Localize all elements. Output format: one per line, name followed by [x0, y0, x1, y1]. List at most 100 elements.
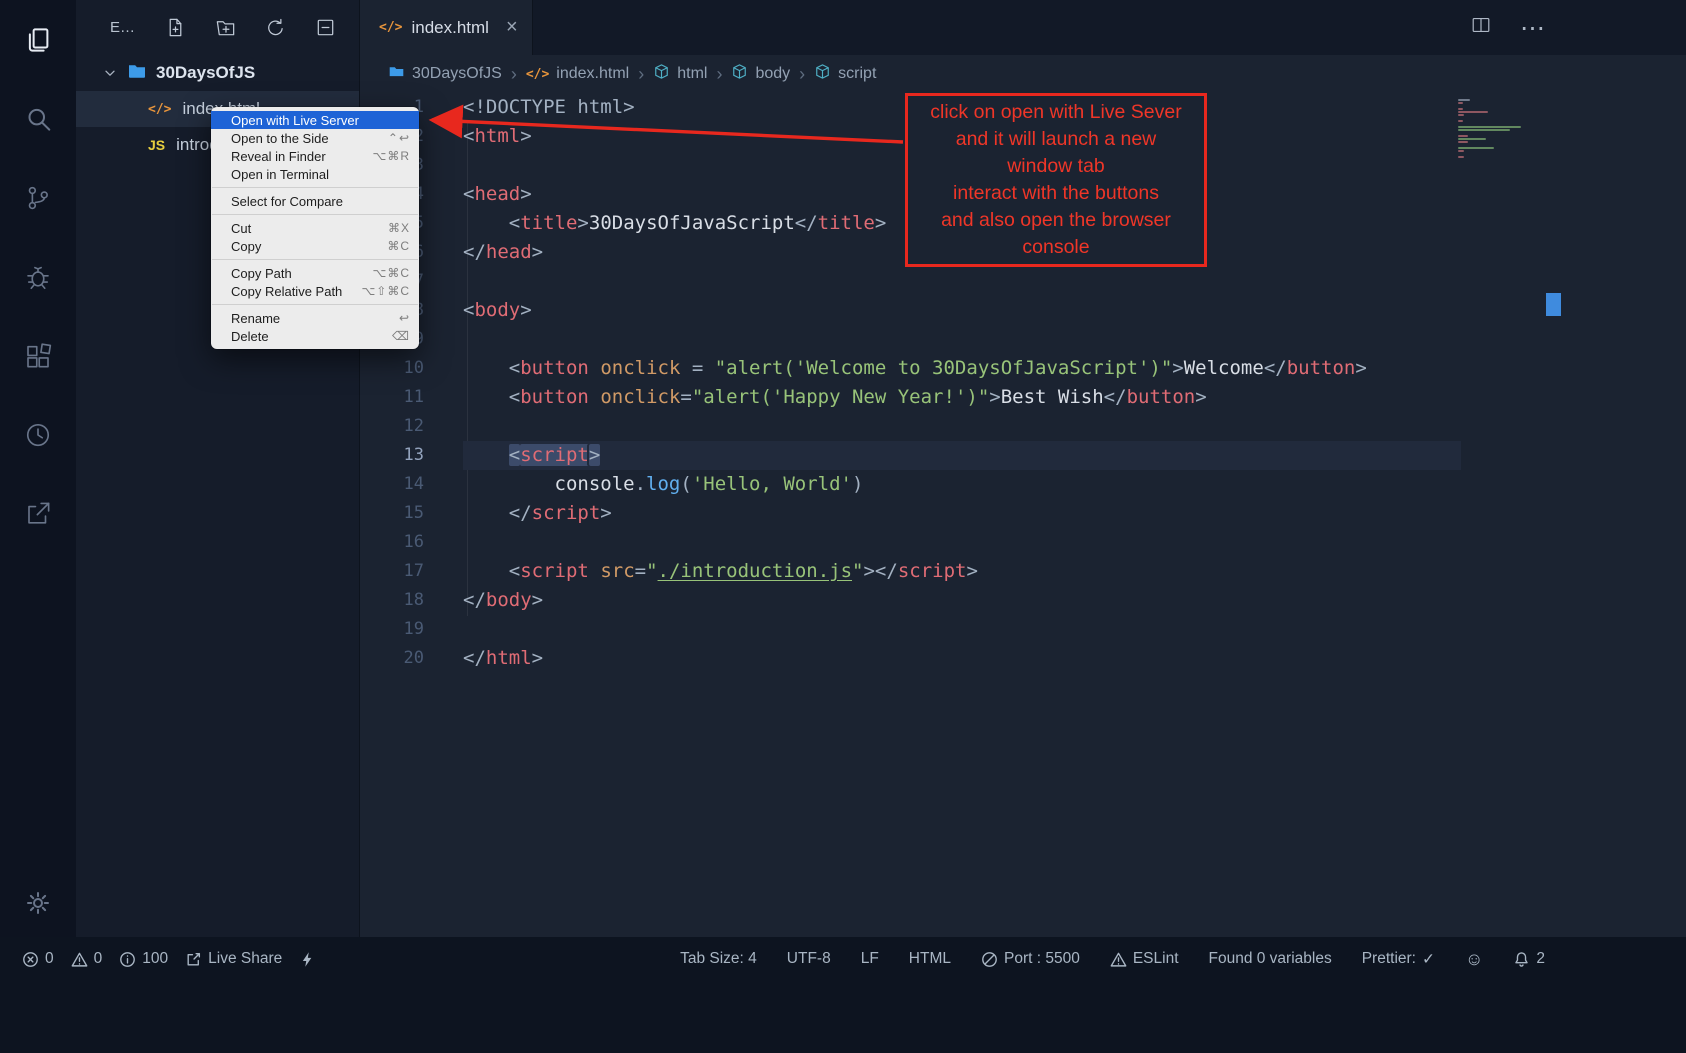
html-file-icon: </> [379, 20, 402, 35]
breadcrumb-separator: › [716, 64, 722, 85]
status-item-live-share[interactable]: Live Share [185, 950, 282, 968]
tab-close-icon[interactable]: × [506, 16, 518, 39]
explorer-icon[interactable] [22, 24, 54, 56]
status-item-bolt[interactable] [299, 951, 316, 968]
line-number: 17 [360, 557, 424, 586]
code-line-13: 13 <script> [360, 441, 1686, 470]
line-content: </html> [463, 644, 1461, 673]
status-item-errors[interactable]: 0 [22, 950, 54, 968]
source-control-icon[interactable] [22, 182, 54, 214]
menu-item-shortcut: ⌥⌘C [373, 266, 411, 280]
new-folder-icon[interactable] [214, 16, 237, 39]
line-content: <body> [463, 296, 1461, 325]
status-item-tab-size[interactable]: Tab Size: 4 [680, 950, 757, 968]
status-item-text: 2 [1536, 950, 1545, 968]
status-item-eslint[interactable]: ESLint [1110, 950, 1179, 968]
code-line-18: 18</body> [360, 586, 1686, 615]
status-item-variables[interactable]: Found 0 variables [1209, 950, 1332, 968]
status-item-port[interactable]: Port : 5500 [981, 950, 1080, 968]
minimap[interactable] [1458, 99, 1540, 159]
menu-item-delete[interactable]: Delete⌫ [211, 327, 419, 345]
menu-item-label: Open with Live Server [231, 113, 410, 128]
code-line-19: 19 [360, 615, 1686, 644]
split-editor-icon[interactable] [1470, 14, 1492, 41]
line-content: </body> [463, 586, 1461, 615]
menu-item-label: Open in Terminal [231, 167, 410, 182]
status-item-warnings[interactable]: 0 [71, 950, 103, 968]
sidebar-actions [164, 16, 337, 39]
menu-item-open-in-terminal[interactable]: Open in Terminal [211, 165, 419, 183]
status-item-language-mode[interactable]: HTML [909, 950, 951, 968]
collapse-folders-icon[interactable] [314, 16, 337, 39]
more-actions-icon[interactable]: ⋯ [1520, 13, 1546, 43]
line-number: 10 [360, 354, 424, 383]
context-menu: Open with Live ServerOpen to the Side⌃↩R… [211, 107, 419, 349]
menu-item-open-with-live-server[interactable]: Open with Live Server [211, 111, 419, 129]
menu-item-label: Rename [231, 311, 399, 326]
breadcrumb-item-script[interactable]: script [814, 63, 876, 85]
menu-item-copy-relative-path[interactable]: Copy Relative Path⌥⇧⌘C [211, 282, 419, 300]
breadcrumb-item-index-html[interactable]: </>index.html [526, 65, 629, 83]
status-item-text: Found 0 variables [1209, 950, 1332, 968]
breadcrumb-item-html[interactable]: html [653, 63, 707, 85]
symbol-cube-icon [731, 63, 748, 85]
window-footer [0, 981, 1686, 1053]
line-content [463, 528, 1461, 557]
menu-item-label: Copy Path [231, 266, 373, 281]
new-file-icon[interactable] [164, 16, 187, 39]
breadcrumb-item-30daysofjs[interactable]: 30DaysOfJS [388, 63, 502, 85]
refresh-explorer-icon[interactable] [264, 16, 287, 39]
settings-icon[interactable] [22, 887, 54, 919]
line-content [463, 325, 1461, 354]
history-icon[interactable] [22, 419, 54, 451]
status-item-feedback[interactable]: ☺ [1465, 950, 1483, 968]
breadcrumb-separator: › [799, 64, 805, 85]
status-item-info[interactable]: 100 [119, 950, 168, 968]
menu-item-copy[interactable]: Copy⌘C [211, 237, 419, 255]
menu-item-rename[interactable]: Rename↩ [211, 309, 419, 327]
tab-index-html[interactable]: </> index.html × [360, 0, 533, 55]
menu-item-label: Cut [231, 221, 388, 236]
line-content: <script> [463, 441, 1461, 470]
status-item-text: LF [861, 950, 879, 968]
annotation-line: console [910, 234, 1202, 261]
status-item-encoding[interactable]: UTF-8 [787, 950, 831, 968]
menu-item-shortcut: ↩ [399, 311, 410, 325]
menu-item-select-for-compare[interactable]: Select for Compare [211, 192, 419, 210]
status-item-text: 0 [94, 950, 103, 968]
menu-item-shortcut: ⌥⌘R [373, 149, 411, 163]
html-file-icon: </> [148, 102, 171, 117]
error-icon [22, 951, 39, 968]
menu-item-label: Copy Relative Path [231, 284, 361, 299]
tree-item-30daysofjs[interactable]: 30DaysOfJS [76, 55, 359, 91]
menu-item-open-to-the-side[interactable]: Open to the Side⌃↩ [211, 129, 419, 147]
status-bar: 0 0 100 Live Share Tab Size: 4 UTF-8 LF HTML Po… [0, 937, 1686, 981]
menu-item-reveal-in-finder[interactable]: Reveal in Finder⌥⌘R [211, 147, 419, 165]
status-item-prettier[interactable]: Prettier:✓ [1362, 950, 1435, 969]
status-item-text: UTF-8 [787, 950, 831, 968]
search-icon[interactable] [22, 103, 54, 135]
code-line-9: 9 [360, 325, 1686, 354]
breadcrumb-label: index.html [556, 65, 629, 83]
menu-item-copy-path[interactable]: Copy Path⌥⌘C [211, 264, 419, 282]
code-line-17: 17 <script src="./introduction.js"></scr… [360, 557, 1686, 586]
breadcrumb-item-body[interactable]: body [731, 63, 790, 85]
code-line-16: 16 [360, 528, 1686, 557]
annotation-line: window tab [910, 153, 1202, 180]
line-number: 16 [360, 528, 424, 557]
symbol-cube-icon [814, 63, 831, 85]
extensions-icon[interactable] [22, 340, 54, 372]
tree-root-label: 30DaysOfJS [156, 63, 255, 83]
live-share-icon[interactable] [22, 498, 54, 530]
menu-item-shortcut: ⌫ [392, 329, 410, 343]
sidebar-header: E… [76, 0, 359, 55]
line-number: 20 [360, 644, 424, 673]
menu-item-cut[interactable]: Cut⌘X [211, 219, 419, 237]
run-debug-icon[interactable] [22, 261, 54, 293]
status-item-text: Live Share [208, 950, 282, 968]
status-item-eol[interactable]: LF [861, 950, 879, 968]
status-item-notifications[interactable]: 2 [1513, 950, 1545, 968]
smiley-icon: ☺ [1465, 950, 1483, 968]
line-number: 13 [360, 441, 424, 470]
code-line-15: 15 </script> [360, 499, 1686, 528]
